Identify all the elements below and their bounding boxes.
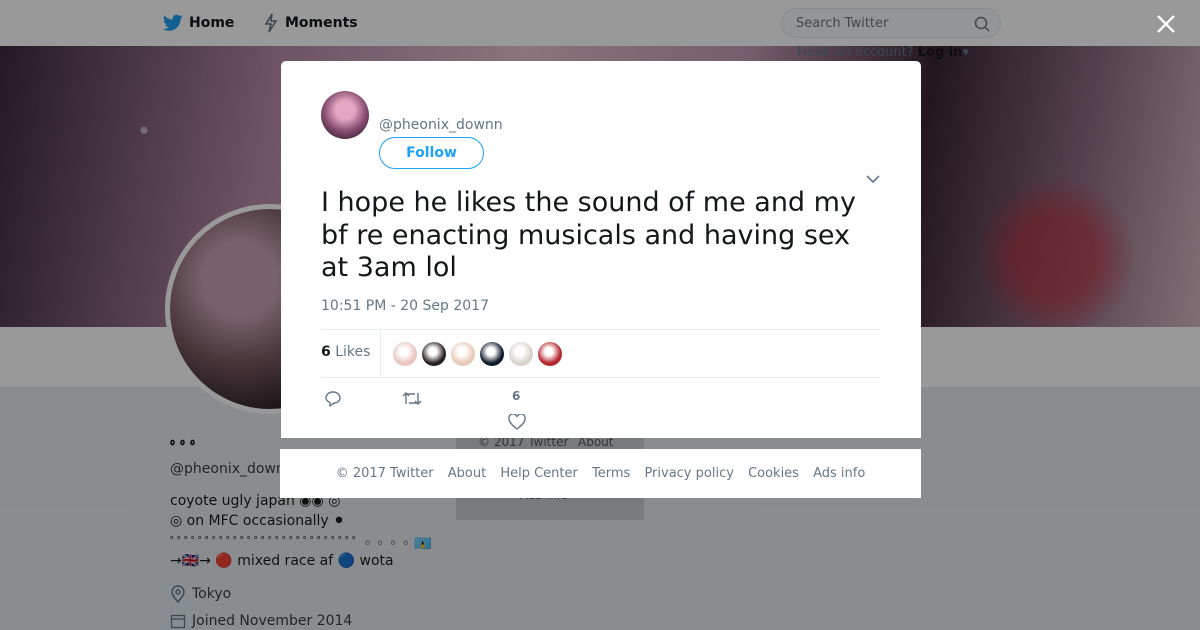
likes-label: Likes [335, 344, 371, 360]
retweet-icon[interactable] [402, 391, 422, 406]
liker-avatar[interactable] [393, 342, 417, 366]
modal-footer: © 2017 Twitter About Help Center Terms P… [280, 449, 921, 498]
liker-avatar[interactable] [480, 342, 504, 366]
tweet-timestamp[interactable]: 10:51 PM - 20 Sep 2017 [321, 298, 489, 314]
liker-avatar[interactable] [538, 342, 562, 366]
heart-icon[interactable] [508, 414, 526, 430]
footer-help-link[interactable]: Help Center [500, 466, 578, 481]
footer-cookies-link[interactable]: Cookies [748, 466, 799, 481]
tweet-stats: 6 Likes [321, 329, 881, 378]
footer-about-link[interactable]: About [448, 466, 486, 481]
footer-ads-link[interactable]: Ads info [813, 466, 865, 481]
tweet-author-handle[interactable]: @pheonix_downn [379, 117, 503, 133]
footer-copyright: © 2017 Twitter [335, 466, 434, 481]
stats-divider [380, 330, 381, 377]
close-icon[interactable] [1155, 13, 1177, 35]
follow-button[interactable]: Follow [379, 137, 484, 169]
liker-avatar[interactable] [422, 342, 446, 366]
tweet-modal: @pheonix_downn Follow I hope he likes th… [281, 61, 921, 438]
likes-stat[interactable]: 6 Likes [321, 344, 370, 360]
tweet-author-avatar[interactable] [321, 91, 369, 139]
tweet-text: I hope he likes the sound of me and my b… [321, 187, 856, 283]
footer-links: © 2017 Twitter About Help Center Terms P… [280, 466, 921, 481]
likes-count: 6 [321, 344, 331, 360]
liker-avatar[interactable] [509, 342, 533, 366]
tweet-actions: 6 [321, 384, 881, 434]
reply-icon[interactable] [324, 390, 342, 407]
chevron-down-icon[interactable] [866, 174, 880, 184]
like-action-count: 6 [512, 389, 521, 403]
footer-terms-link[interactable]: Terms [592, 466, 630, 481]
footer-privacy-link[interactable]: Privacy policy [644, 466, 733, 481]
liker-avatar[interactable] [451, 342, 475, 366]
